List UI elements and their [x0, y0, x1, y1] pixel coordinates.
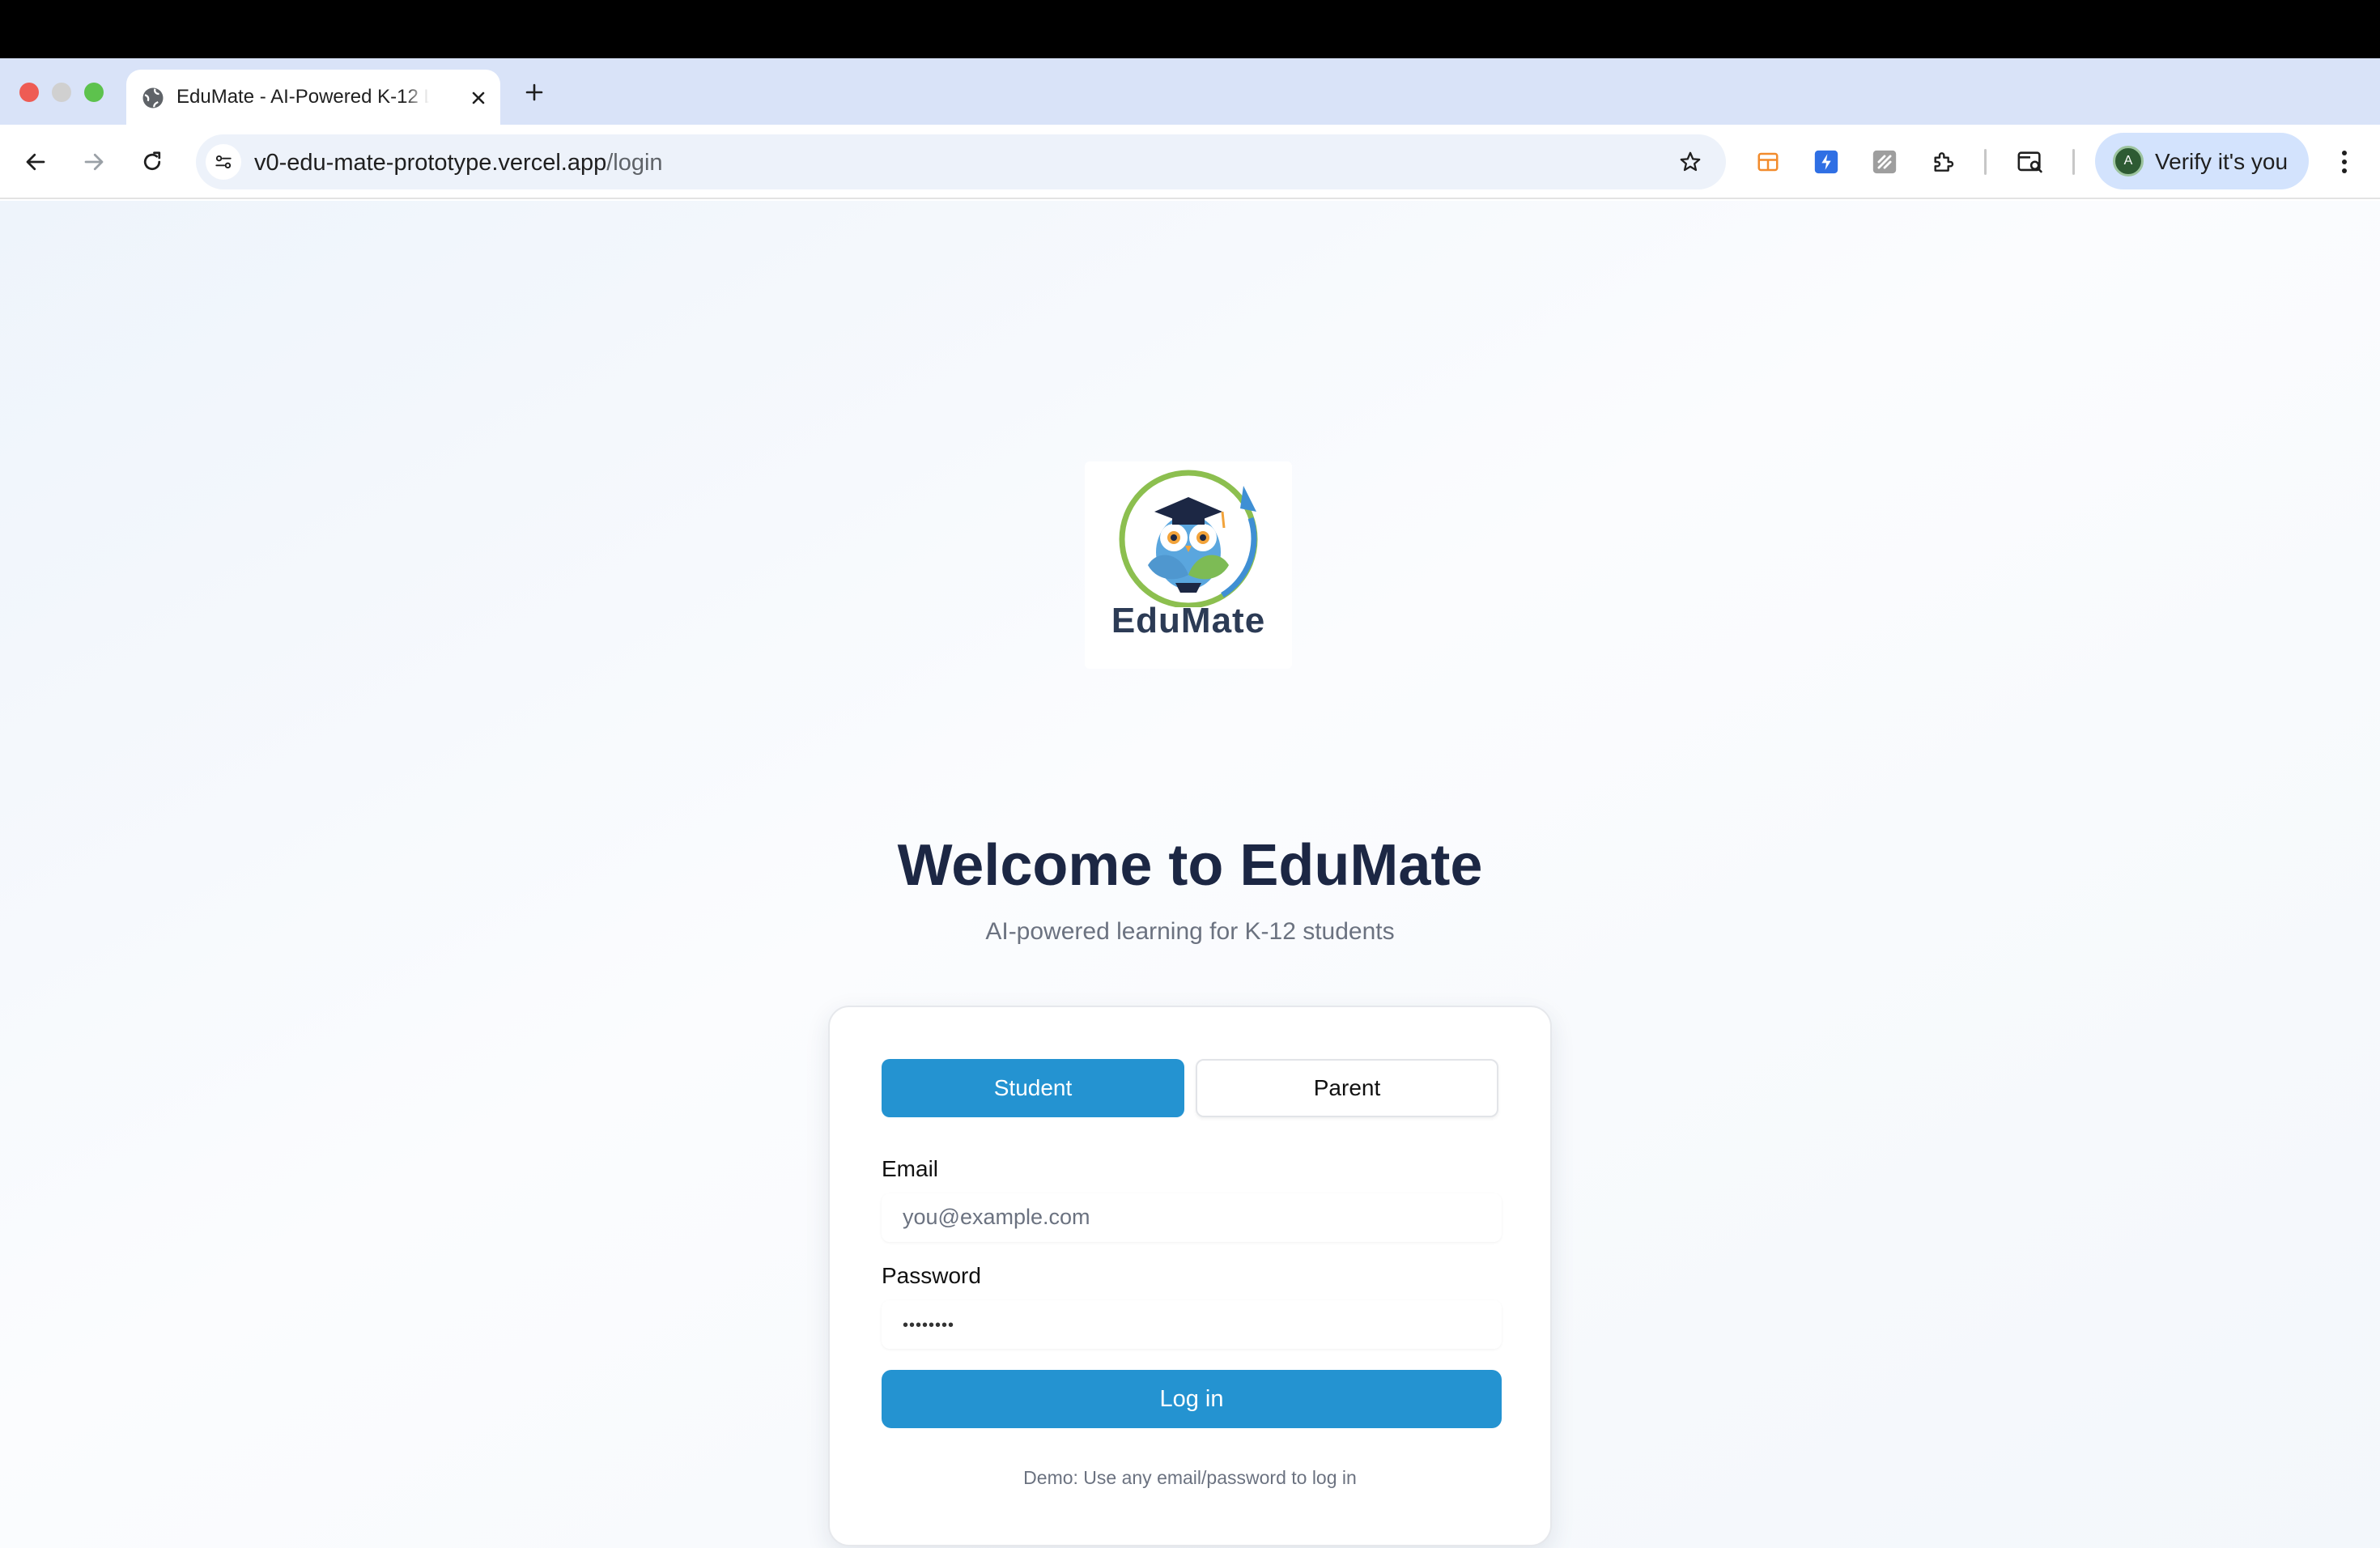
page-body: EduMate Welcome to EduMate AI-powered le… [0, 201, 2380, 1548]
screen-top-bar [0, 0, 2380, 58]
edumate-logo: EduMate [1085, 461, 1292, 669]
toolbar-separator [2072, 149, 2075, 175]
tab-strip: EduMate - AI-Powered K-12 L [0, 58, 2380, 125]
login-button[interactable]: Log in [882, 1370, 1502, 1428]
email-label: Email [882, 1156, 939, 1181]
toolbar-separator [1984, 149, 1987, 175]
email-placeholder: you@example.com [903, 1205, 1090, 1229]
close-tab-icon[interactable] [465, 84, 492, 112]
kebab-menu-icon[interactable] [2328, 142, 2361, 181]
logo-wordmark: EduMate [1111, 601, 1266, 640]
address-bar[interactable]: v0-edu-mate-prototype.vercel.app/login [196, 134, 1726, 189]
minimize-window-button[interactable] [52, 83, 71, 102]
reload-icon[interactable] [133, 142, 172, 181]
profile-verify-button[interactable]: A Verify it's you [2095, 133, 2309, 189]
layout-extension-icon[interactable] [1750, 144, 1786, 180]
email-field[interactable]: you@example.com [882, 1193, 1502, 1242]
verify-label: Verify it's you [2155, 149, 2289, 174]
maximize-window-button[interactable] [84, 83, 104, 102]
bookmark-star-icon[interactable] [1674, 146, 1706, 178]
profile-avatar: A [2113, 146, 2144, 176]
site-settings-icon[interactable] [206, 144, 241, 180]
tab-search-icon[interactable] [2012, 144, 2048, 180]
tab-active[interactable]: EduMate - AI-Powered K-12 L [126, 70, 500, 125]
slash-extension-icon[interactable] [1867, 144, 1902, 180]
url-host: v0-edu-mate-prototype.vercel.app [254, 150, 607, 176]
owl-logo-icon [1119, 470, 1258, 609]
page-title: Welcome to EduMate [897, 833, 1483, 898]
page-subtitle: AI-powered learning for K-12 students [985, 918, 1395, 945]
url-text[interactable]: v0-edu-mate-prototype.vercel.app/login [254, 150, 663, 176]
login-card: Student Parent Email you@example.com Pas… [828, 1006, 1552, 1546]
tab-title: EduMate - AI-Powered K-12 L [176, 86, 429, 108]
close-window-button[interactable] [19, 83, 39, 102]
back-arrow-icon[interactable] [16, 142, 55, 181]
browser-toolbar: v0-edu-mate-prototype.vercel.app/login A… [0, 125, 2380, 199]
parent-role-button[interactable]: Parent [1196, 1059, 1498, 1117]
new-tab-plus-icon[interactable] [518, 76, 550, 108]
student-role-button[interactable]: Student [882, 1059, 1184, 1117]
globe-icon [141, 86, 165, 110]
browser-window: EduMate - AI-Powered K-12 L v0-edu-mate-… [0, 58, 2380, 1548]
password-label: Password [882, 1263, 981, 1288]
forward-arrow-icon[interactable] [74, 142, 113, 181]
password-field[interactable]: •••••••• [882, 1300, 1502, 1349]
password-masked-value: •••••••• [903, 1316, 955, 1334]
url-path: /login [606, 150, 663, 176]
demo-note: Demo: Use any email/password to log in [1023, 1467, 1357, 1488]
puzzle-icon[interactable] [1925, 144, 1961, 180]
bolt-extension-icon[interactable] [1808, 144, 1844, 180]
